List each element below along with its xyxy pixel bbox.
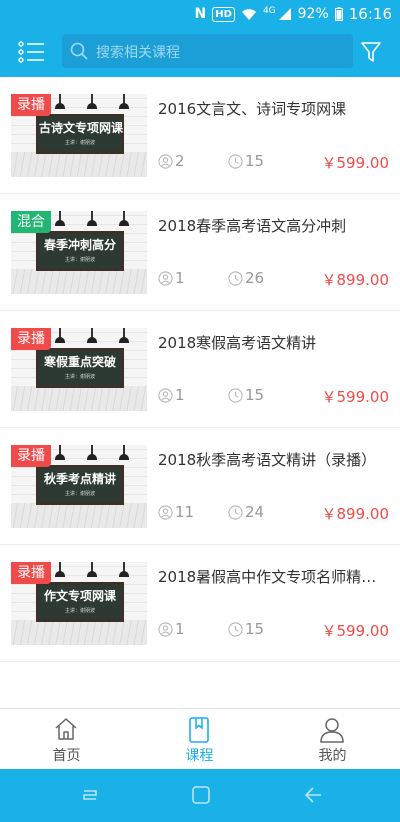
signal-icon: [278, 8, 291, 20]
tab-courses[interactable]: 课程: [133, 709, 266, 770]
course-type-badge: 录播: [11, 445, 51, 467]
course-item[interactable]: 作文专项网课 主讲：谢朋波 录播 2018暑假高中作文专项名师精讲（… 1 15…: [0, 545, 400, 662]
course-title: 2018暑假高中作文专项名师精讲（…: [158, 568, 390, 586]
tab-courses-label: 课程: [185, 748, 214, 764]
course-item[interactable]: 古诗文专项网课 主讲：谢朋波 录播 2016文言文、诗词专项网课 2 15 ￥5…: [0, 77, 400, 194]
clock-icon: [228, 387, 243, 403]
course-item[interactable]: 秋季考点精讲 主讲：谢朋波 录播 2018秋季高考语文精讲（录播） 11 24: [0, 428, 400, 545]
blackboard-title: 古诗文专项网课: [39, 121, 124, 135]
app-header: N HD 4G 92% 16:16 搜索相关课程: [0, 0, 400, 77]
person-icon: [158, 504, 173, 520]
blackboard-title: 秋季考点精讲: [43, 472, 116, 486]
student-count: 1: [175, 386, 185, 404]
tab-mine-label: 我的: [318, 748, 347, 764]
tab-home[interactable]: 首页: [0, 709, 133, 770]
blackboard: 作文专项网课 主讲：谢朋波: [36, 582, 124, 622]
system-nav-bar: [0, 769, 400, 822]
tab-mine[interactable]: 我的: [266, 709, 399, 770]
clock-icon: [228, 504, 243, 520]
recent-apps-icon[interactable]: [80, 785, 100, 805]
bottom-tab-bar: 首页 课程 我的: [0, 708, 400, 769]
person-icon: [158, 270, 173, 286]
course-meta: 1 15: [158, 386, 264, 404]
menu-icon: [18, 41, 44, 63]
back-icon[interactable]: [303, 785, 323, 805]
wifi-icon: [241, 8, 256, 20]
blackboard-subtitle: 主讲：谢朋波: [64, 491, 95, 497]
menu-button[interactable]: [18, 40, 46, 64]
tab-home-label: 首页: [52, 748, 81, 764]
student-count: 1: [175, 620, 185, 638]
blackboard-title: 作文专项网课: [43, 589, 116, 603]
course-price: ￥899.00: [321, 505, 390, 523]
course-item[interactable]: 寒假重点突破 主讲：谢朋波 录播 2018寒假高考语文精讲 1 15 ￥599.…: [0, 311, 400, 428]
course-price: ￥599.00: [321, 622, 390, 640]
status-icons: N HD 4G 92% 16:16: [195, 5, 392, 23]
course-title: 2018寒假高考语文精讲: [158, 334, 317, 352]
home-icon: [55, 718, 77, 740]
blackboard: 古诗文专项网课 主讲：谢朋波: [36, 114, 124, 154]
clock-icon: [228, 153, 243, 169]
student-count: 11: [175, 503, 195, 521]
blackboard-title: 春季冲刺高分: [43, 238, 116, 252]
course-type-badge: 录播: [11, 328, 51, 350]
battery-percent: 92%: [297, 6, 329, 22]
nfc-icon: N: [194, 6, 207, 22]
course-title: 2018春季高考语文高分冲刺: [158, 217, 347, 235]
search-input[interactable]: 搜索相关课程: [96, 42, 180, 62]
course-type-badge: 混合: [11, 211, 51, 233]
course-item[interactable]: 春季冲刺高分 主讲：谢朋波 混合 2018春季高考语文高分冲刺 1 26 ￥89…: [0, 194, 400, 311]
course-price: ￥899.00: [321, 271, 390, 289]
course-type-badge: 录播: [11, 94, 51, 116]
course-meta: 11 24: [158, 503, 264, 521]
lesson-count: 15: [245, 152, 265, 170]
blackboard-subtitle: 主讲：谢朋波: [64, 140, 95, 146]
course-price: ￥599.00: [321, 388, 390, 406]
course-price: ￥599.00: [321, 154, 390, 172]
lesson-count: 15: [245, 620, 265, 638]
course-meta: 1 26: [158, 269, 264, 287]
hd-icon: HD: [212, 6, 235, 22]
lesson-count: 15: [245, 386, 265, 404]
blackboard-subtitle: 主讲：谢朋波: [64, 257, 95, 263]
filter-icon: [361, 42, 381, 62]
status-bar: N HD 4G 92% 16:16: [0, 0, 400, 28]
battery-icon: [334, 7, 343, 21]
blackboard-title: 寒假重点突破: [43, 355, 116, 369]
network-type: 4G: [262, 6, 276, 16]
student-count: 1: [175, 269, 185, 287]
student-count: 2: [175, 152, 185, 170]
blackboard-subtitle: 主讲：谢朋波: [64, 374, 95, 380]
course-meta: 2 15: [158, 152, 264, 170]
clock: 16:16: [348, 5, 392, 23]
course-meta: 1 15: [158, 620, 264, 638]
course-type-badge: 录播: [11, 562, 51, 584]
blackboard: 寒假重点突破 主讲：谢朋波: [36, 348, 124, 388]
user-icon: [320, 718, 344, 743]
course-title: 2016文言文、诗词专项网课: [158, 100, 347, 118]
filter-button[interactable]: [359, 40, 383, 64]
course-title: 2018秋季高考语文精讲（录播）: [158, 451, 377, 469]
home-nav-icon[interactable]: [191, 785, 211, 805]
person-icon: [158, 621, 173, 637]
person-icon: [158, 387, 173, 403]
book-icon: [189, 717, 209, 743]
clock-icon: [228, 621, 243, 637]
blackboard: 春季冲刺高分 主讲：谢朋波: [36, 231, 124, 271]
search-icon: [70, 42, 88, 60]
blackboard-subtitle: 主讲：谢朋波: [64, 608, 95, 614]
lesson-count: 24: [245, 503, 265, 521]
person-icon: [158, 153, 173, 169]
clock-icon: [228, 270, 243, 286]
lesson-count: 26: [245, 269, 265, 287]
blackboard: 秋季考点精讲 主讲：谢朋波: [36, 465, 124, 505]
search-bar[interactable]: 搜索相关课程: [62, 34, 353, 68]
course-list: 古诗文专项网课 主讲：谢朋波 录播 2016文言文、诗词专项网课 2 15 ￥5…: [0, 77, 400, 662]
